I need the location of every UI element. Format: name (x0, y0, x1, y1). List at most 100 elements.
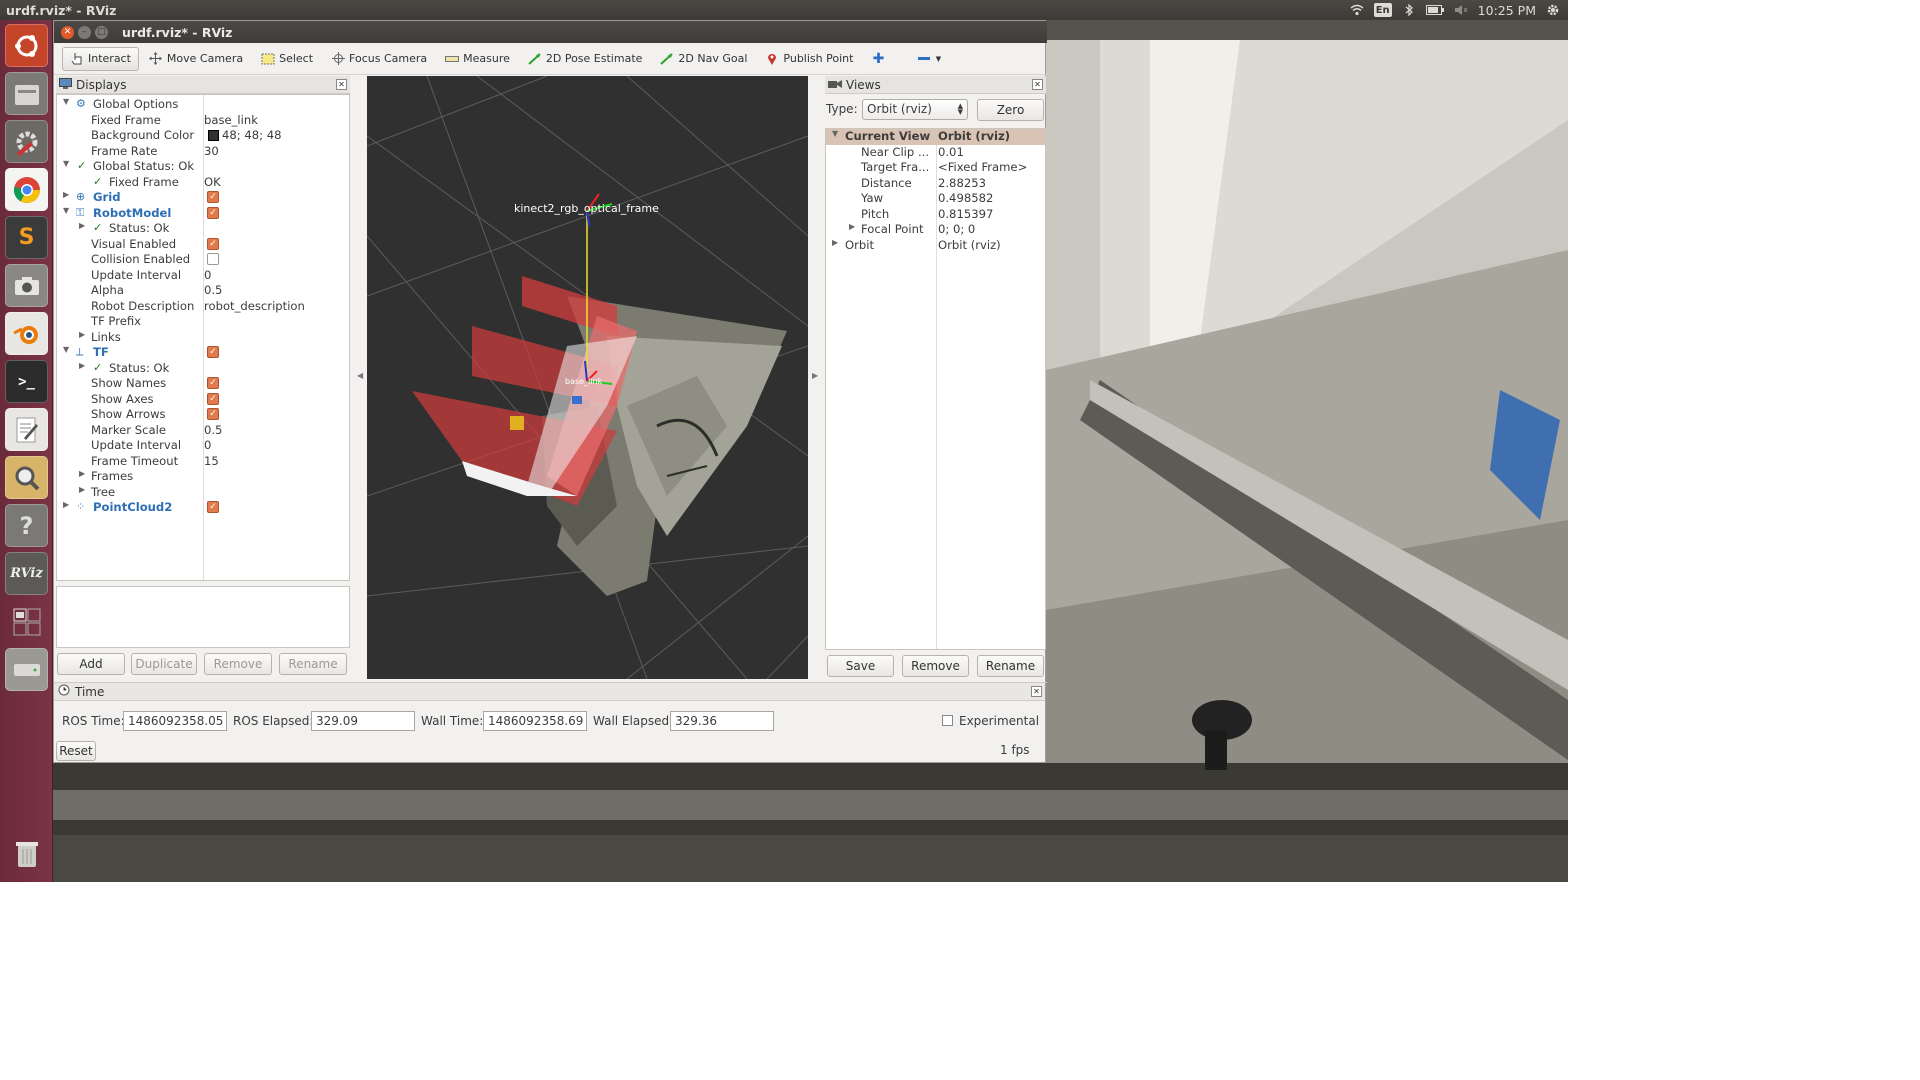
tree-row-distance[interactable]: Distance 2.88253 (826, 176, 1045, 192)
wifi-icon[interactable] (1350, 3, 1364, 17)
workspace-switcher-icon[interactable] (5, 600, 48, 643)
tree-row-alpha[interactable]: Alpha 0.5 (57, 283, 349, 299)
color-swatch[interactable] (208, 130, 219, 141)
window-maximize-button[interactable]: □ (95, 25, 108, 39)
tree-row-target-frame[interactable]: Target Fra... <Fixed Frame> (826, 160, 1045, 176)
rviz-app-icon[interactable]: RViz (5, 552, 48, 595)
image-viewer-icon[interactable] (5, 456, 48, 499)
trash-icon[interactable] (5, 832, 48, 875)
tree-row-yaw[interactable]: Yaw 0.498582 (826, 191, 1045, 207)
tree-row-robot-model[interactable]: ▼ ⚿ RobotModel ✓ (57, 206, 349, 222)
tree-row-pointcloud2[interactable]: ▶ ⁘ PointCloud2 ✓ (57, 500, 349, 516)
tree-row-pitch[interactable]: Pitch 0.815397 (826, 207, 1045, 223)
tree-row-current-view[interactable]: ▼ Current View Orbit (rviz) (826, 129, 1045, 145)
tree-row-frames[interactable]: ▶ Frames (57, 469, 349, 485)
tree-row-show-axes[interactable]: Show Axes ✓ (57, 392, 349, 408)
drive-icon[interactable] (5, 648, 48, 691)
clock[interactable]: 10:25 PM (1478, 3, 1536, 18)
bluetooth-icon[interactable] (1402, 3, 1416, 17)
near-clip-value[interactable]: 0.01 (938, 145, 964, 159)
tree-row-global-status[interactable]: ▼ ✓ Global Status: Ok (57, 159, 349, 175)
distance-value[interactable]: 2.88253 (938, 176, 986, 190)
publish-point-tool[interactable]: Publish Point (757, 47, 861, 71)
chrome-icon[interactable] (5, 168, 48, 211)
files-icon[interactable] (5, 72, 48, 115)
remove-view-button[interactable]: Remove (902, 655, 969, 677)
add-display-button[interactable]: Add (57, 653, 125, 675)
tree-row-frame-timeout[interactable]: Frame Timeout 15 (57, 454, 349, 470)
pointcloud2-enabled-checkbox[interactable]: ✓ (207, 501, 219, 513)
tree-row-fixed-frame[interactable]: Fixed Frame base_link (57, 113, 349, 129)
tree-row-marker-scale[interactable]: Marker Scale 0.5 (57, 423, 349, 439)
views-tree[interactable]: ▼ Current View Orbit (rviz) Near Clip ..… (825, 128, 1046, 650)
tree-row-tree[interactable]: ▶ Tree (57, 485, 349, 501)
views-close-button[interactable]: ✕ (1032, 79, 1043, 90)
tree-row-tf[interactable]: ▼ ⟂ TF ✓ (57, 345, 349, 361)
ros-elapsed-field[interactable]: 329.09 (311, 711, 415, 731)
text-editor-icon[interactable] (5, 408, 48, 451)
sublime-text-icon[interactable]: S (5, 216, 48, 259)
tree-row-tf-prefix[interactable]: TF Prefix (57, 314, 349, 330)
tree-row-background-color[interactable]: Background Color 48; 48; 48 (57, 128, 349, 144)
terminal-icon[interactable]: >_ (5, 360, 48, 403)
collision-enabled-checkbox[interactable]: ✓ (207, 253, 219, 265)
battery-icon[interactable] (1425, 3, 1444, 17)
ros-time-field[interactable]: 1486092358.05 (123, 711, 227, 731)
tree-row-near-clip[interactable]: Near Clip ... 0.01 (826, 145, 1045, 161)
yaw-value[interactable]: 0.498582 (938, 191, 993, 205)
tree-row-show-names[interactable]: Show Names ✓ (57, 376, 349, 392)
wall-elapsed-field[interactable]: 329.36 (670, 711, 774, 731)
tree-row-tf-update-interval[interactable]: Update Interval 0 (57, 438, 349, 454)
tree-row-collision-enabled[interactable]: Collision Enabled ✓ (57, 252, 349, 268)
displays-close-button[interactable]: ✕ (336, 79, 347, 90)
show-arrows-checkbox[interactable]: ✓ (207, 408, 219, 420)
fixed-frame-value[interactable]: base_link (204, 113, 258, 127)
rename-display-button[interactable]: Rename (279, 653, 347, 675)
focus-camera-tool[interactable]: Focus Camera (323, 47, 435, 71)
reset-button[interactable]: Reset (56, 741, 96, 761)
tree-row-frame-rate[interactable]: Frame Rate 30 (57, 144, 349, 160)
show-names-checkbox[interactable]: ✓ (207, 377, 219, 389)
pitch-value[interactable]: 0.815397 (938, 207, 993, 221)
focal-point-value[interactable]: 0; 0; 0 (938, 222, 975, 236)
target-frame-value[interactable]: <Fixed Frame> (938, 160, 1027, 174)
tree-row-robot-status[interactable]: ▶ ✓ Status: Ok (57, 221, 349, 237)
add-tool-button[interactable]: ✚ (863, 47, 893, 71)
frame-timeout-value[interactable]: 15 (204, 454, 219, 468)
wall-time-field[interactable]: 1486092358.69 (483, 711, 587, 731)
settings-icon[interactable] (5, 120, 48, 163)
nav-goal-tool[interactable]: 2D Nav Goal (652, 47, 755, 71)
camera-icon[interactable] (5, 264, 48, 307)
displays-tree[interactable]: ▼ ⚙ Global Options Fixed Frame base_link… (56, 94, 350, 581)
tree-row-focal-point[interactable]: ▶ Focal Point 0; 0; 0 (826, 222, 1045, 238)
pose-estimate-tool[interactable]: 2D Pose Estimate (520, 47, 651, 71)
3d-render-viewport[interactable]: kinect2_rgb_optical_frame base_link (367, 76, 808, 679)
tree-row-fixed-frame-status[interactable]: ✓ Fixed Frame OK (57, 175, 349, 191)
save-view-button[interactable]: Save (827, 655, 894, 677)
keyboard-language-indicator[interactable]: En (1373, 3, 1392, 17)
update-interval-value[interactable]: 0 (204, 268, 211, 282)
select-tool[interactable]: Select (253, 47, 321, 71)
gear-icon[interactable] (1546, 3, 1560, 17)
experimental-checkbox[interactable] (942, 715, 953, 726)
tf-update-interval-value[interactable]: 0 (204, 438, 211, 452)
background-color-value[interactable]: 48; 48; 48 (222, 128, 281, 142)
tree-row-links[interactable]: ▶ Links (57, 330, 349, 346)
volume-muted-icon[interactable] (1454, 3, 1468, 17)
collapse-left-handle[interactable]: ◀ (357, 371, 363, 380)
show-axes-checkbox[interactable]: ✓ (207, 392, 219, 405)
scene-render[interactable]: kinect2_rgb_optical_frame base_link (367, 76, 808, 679)
grid-enabled-checkbox[interactable]: ✓ (207, 191, 219, 203)
zero-view-button[interactable]: Zero (977, 99, 1044, 121)
collapse-right-handle[interactable]: ▶ (812, 371, 818, 380)
tree-row-orbit[interactable]: ▶ Orbit Orbit (rviz) (826, 238, 1045, 254)
time-close-button[interactable]: ✕ (1031, 686, 1042, 697)
robot-description-value[interactable]: robot_description (204, 299, 305, 313)
rename-view-button[interactable]: Rename (977, 655, 1044, 677)
blender-icon[interactable] (5, 312, 48, 355)
tree-row-global-options[interactable]: ▼ ⚙ Global Options (57, 97, 349, 113)
frame-rate-value[interactable]: 30 (204, 144, 219, 158)
tree-row-show-arrows[interactable]: Show Arrows ✓ (57, 407, 349, 423)
remove-display-button[interactable]: Remove (204, 653, 272, 675)
tree-row-robot-description[interactable]: Robot Description robot_description (57, 299, 349, 315)
